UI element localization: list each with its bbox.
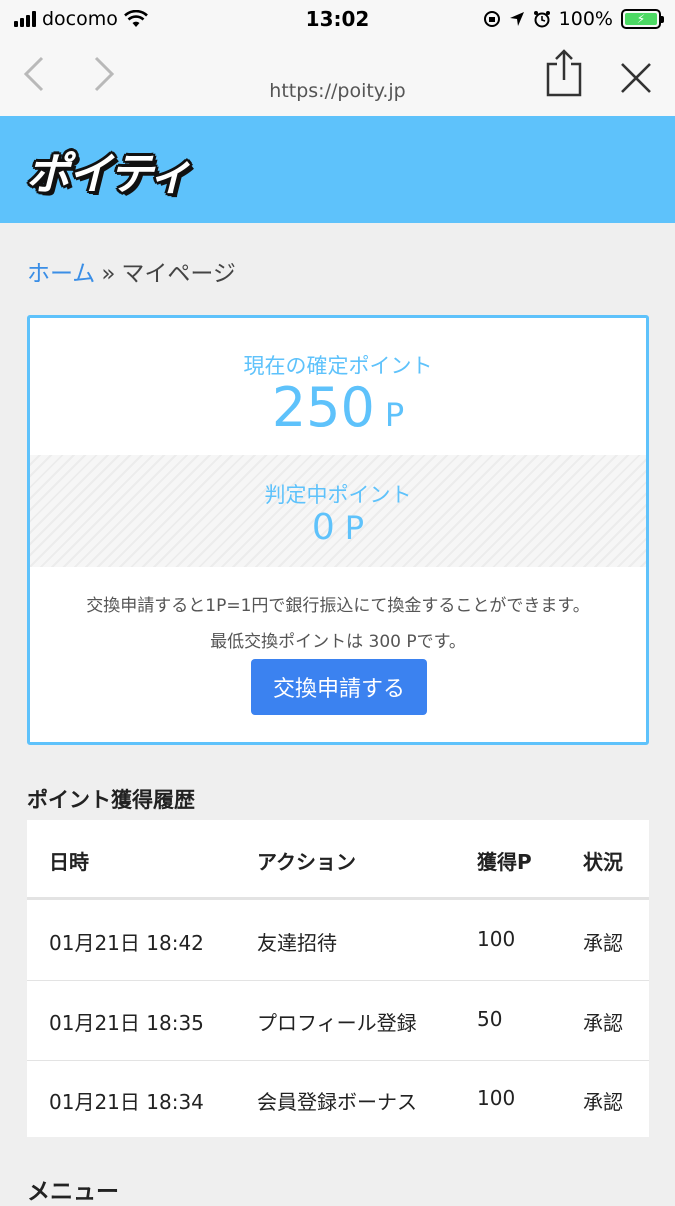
breadcrumb-current: マイページ bbox=[121, 261, 236, 287]
location-icon bbox=[509, 12, 524, 26]
breadcrumb: ホーム» マイページ bbox=[27, 254, 236, 288]
pending-points-label: 判定中ポイント bbox=[264, 483, 412, 507]
row-action: 会員登録ボーナス bbox=[257, 1090, 417, 1114]
close-icon[interactable] bbox=[616, 58, 656, 98]
confirmed-points-value: 250 P bbox=[30, 376, 646, 439]
status-bar: docomo 13:02 100% ⚡ bbox=[0, 0, 675, 38]
site-header: ポイティ bbox=[0, 116, 675, 223]
row-status: 承認 bbox=[583, 931, 623, 955]
row-date: 01月21日 18:35 bbox=[49, 1011, 204, 1035]
browser-toolbar: https://poity.jp bbox=[0, 38, 675, 116]
pending-points-number: 0 bbox=[311, 507, 335, 548]
confirmed-points-number: 250 bbox=[271, 376, 375, 439]
breadcrumb-home-link[interactable]: ホーム bbox=[27, 261, 95, 287]
header-action: アクション bbox=[257, 850, 356, 874]
row-points: 100 bbox=[477, 1086, 516, 1110]
pending-points-value: 0P bbox=[30, 507, 646, 548]
header-status: 状況 bbox=[583, 850, 623, 874]
row-date: 01月21日 18:42 bbox=[49, 931, 204, 955]
header-date: 日時 bbox=[49, 850, 89, 874]
minimum-exchange-note: 最低交換ポイントは 300 Pです。 bbox=[210, 632, 466, 652]
pending-points-unit: P bbox=[344, 509, 365, 547]
battery-percent: 100% bbox=[558, 8, 613, 30]
site-logo[interactable]: ポイティ bbox=[26, 138, 192, 202]
battery-icon: ⚡ bbox=[621, 9, 664, 29]
pending-points-section: 判定中ポイント 0P bbox=[30, 455, 646, 567]
header-points: 獲得P bbox=[477, 850, 532, 874]
status-icons: 100% ⚡ bbox=[483, 8, 664, 30]
row-date: 01月21日 18:34 bbox=[49, 1090, 204, 1114]
menu-title: メニュー bbox=[27, 1179, 119, 1205]
row-points: 50 bbox=[477, 1007, 503, 1031]
row-status: 承認 bbox=[583, 1090, 623, 1114]
history-title: ポイント獲得履歴 bbox=[27, 788, 195, 812]
table-header-row: 日時 アクション 獲得P 状況 bbox=[27, 820, 649, 900]
point-summary-card: 現在の確定ポイント 250 P 判定中ポイント 0P 交換申請すると1P=1円で銀… bbox=[27, 315, 649, 745]
rotation-lock-icon bbox=[483, 11, 500, 27]
row-points: 100 bbox=[477, 927, 516, 951]
table-row: 01月21日 18:42 友達招待 100 承認 bbox=[27, 901, 649, 981]
table-row: 01月21日 18:35 プロフィール登録 50 承認 bbox=[27, 981, 649, 1061]
confirmed-points-unit: P bbox=[384, 396, 405, 434]
alarm-icon bbox=[533, 11, 550, 28]
breadcrumb-separator: » bbox=[101, 261, 116, 287]
history-table: 日時 アクション 獲得P 状況 01月21日 18:42 友達招待 100 承認… bbox=[27, 820, 649, 1137]
exchange-note: 交換申請すると1P=1円で銀行振込にて換金することができます。 bbox=[86, 596, 590, 616]
row-status: 承認 bbox=[583, 1011, 623, 1035]
share-icon[interactable] bbox=[545, 48, 583, 98]
row-action: 友達招待 bbox=[257, 931, 337, 955]
exchange-request-button[interactable]: 交換申請する bbox=[251, 659, 427, 715]
table-row: 01月21日 18:34 会員登録ボーナス 100 承認 bbox=[27, 1060, 649, 1140]
row-action: プロフィール登録 bbox=[257, 1011, 417, 1035]
